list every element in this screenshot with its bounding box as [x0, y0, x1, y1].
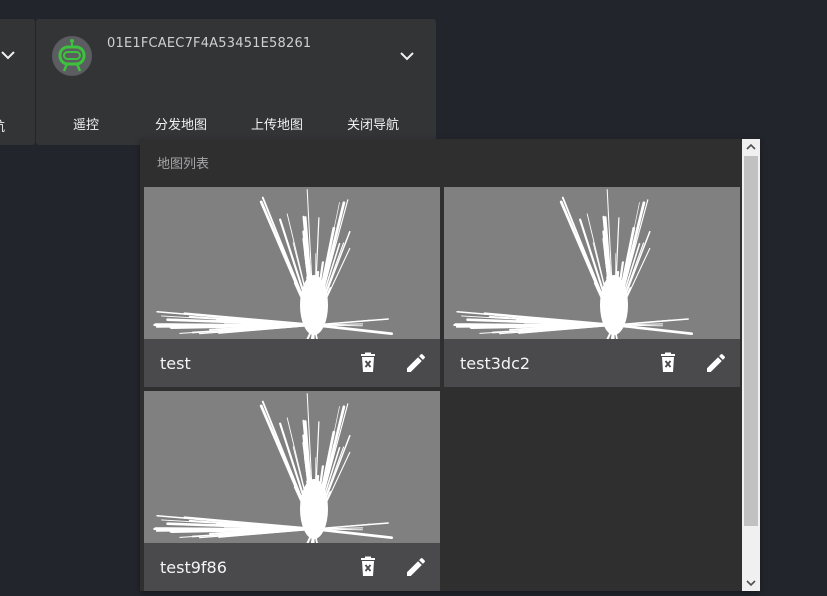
scan-ray: [312, 323, 394, 336]
action-close-navigation[interactable]: 关闭导航: [347, 114, 399, 133]
robot-card: 01E1FCAEC7F4A53451E58261 遥控 分发地图 上传地图 关闭…: [36, 19, 436, 145]
robot-card-partial: 航: [0, 19, 35, 145]
scroll-up-icon[interactable]: [742, 139, 760, 156]
action-remote-control[interactable]: 遥控: [73, 114, 99, 133]
trash-icon[interactable]: [356, 351, 380, 375]
map-name: test: [160, 354, 191, 373]
map-card[interactable]: test3dc2: [444, 187, 740, 387]
map-thumbnail[interactable]: [144, 187, 440, 387]
robot-icon: [58, 39, 86, 72]
map-card[interactable]: test9f86: [144, 391, 440, 591]
scroll-down-icon[interactable]: [742, 574, 760, 591]
scrollbar-thumb[interactable]: [744, 156, 758, 526]
action-upload-map[interactable]: 上传地图: [251, 114, 303, 133]
map-name: test9f86: [160, 558, 227, 577]
robot-actions: 遥控 分发地图 上传地图 关闭导航: [36, 114, 436, 136]
map-list-scrollbar[interactable]: [742, 139, 760, 591]
map-list-panel: 地图列表 test test3dc2 test9f86: [140, 139, 760, 591]
chevron-down-icon[interactable]: [399, 48, 415, 64]
map-card-footer: test9f86: [144, 543, 440, 591]
robot-id: 01E1FCAEC7F4A53451E58261: [107, 36, 312, 51]
map-list-title: 地图列表: [157, 157, 210, 172]
trash-icon[interactable]: [656, 351, 680, 375]
pencil-icon[interactable]: [404, 555, 428, 579]
scan-ray: [312, 527, 394, 540]
scan-ray: [612, 323, 694, 336]
map-thumbnail[interactable]: [444, 187, 740, 387]
scan-core: [600, 275, 628, 335]
map-card[interactable]: test: [144, 187, 440, 387]
chevron-down-icon[interactable]: [0, 47, 16, 63]
pencil-icon[interactable]: [704, 351, 728, 375]
map-card-footer: test: [144, 339, 440, 387]
map-name: test3dc2: [460, 354, 531, 373]
map-thumbnail[interactable]: [144, 391, 440, 591]
pencil-icon[interactable]: [404, 351, 428, 375]
robot-avatar: [52, 36, 92, 76]
map-card-footer: test3dc2: [444, 339, 740, 387]
scan-core: [300, 479, 328, 539]
action-close-nav-partial[interactable]: 航: [0, 116, 5, 135]
scan-core: [300, 275, 328, 335]
action-distribute-map[interactable]: 分发地图: [155, 114, 207, 133]
trash-icon[interactable]: [356, 555, 380, 579]
